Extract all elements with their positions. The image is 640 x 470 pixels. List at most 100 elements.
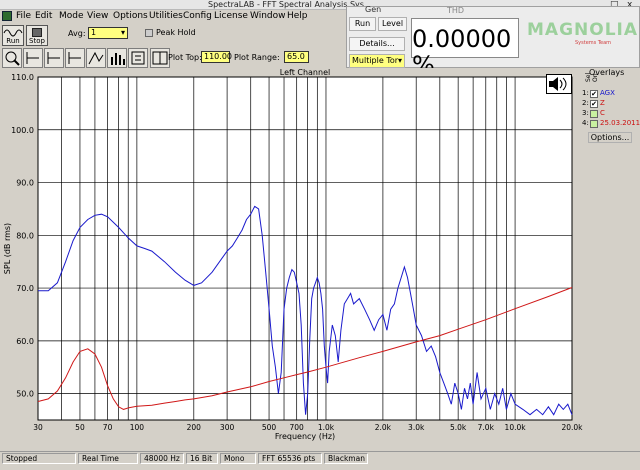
menu-window[interactable]: Window: [250, 11, 286, 22]
status-window: Blackman: [324, 453, 368, 464]
magnolia-logo-sub: Systems Team: [575, 40, 612, 46]
overlay-options-button[interactable]: Options...: [588, 132, 632, 143]
thd-level-button[interactable]: Level: [378, 17, 407, 31]
x-tick-label: 2.0k: [375, 423, 392, 432]
plot-top-label: Plot Top:: [168, 53, 202, 62]
plot-range-label: Plot Range:: [234, 53, 280, 62]
x-tick-label: 100: [130, 423, 145, 432]
x-tick-label: 300: [220, 423, 235, 432]
menu-options[interactable]: Options: [113, 11, 148, 22]
stop-button-label: Stop: [29, 37, 45, 45]
menu-config[interactable]: Config: [183, 11, 212, 22]
overlay-item[interactable]: 4: 25.03.2011: [582, 119, 640, 129]
x-axis-label: Frequency (Hz): [275, 432, 335, 441]
menu-utilities[interactable]: Utilities: [149, 11, 183, 22]
menu-file[interactable]: File: [16, 11, 31, 22]
run-button[interactable]: Run: [2, 25, 24, 46]
peak-hold-checkbox[interactable]: [145, 29, 153, 37]
avg-label: Avg:: [68, 29, 86, 38]
magnolia-logo: MAGNOLIA: [527, 20, 639, 40]
overlay-item-checkbox[interactable]: [590, 120, 598, 128]
overlay-item-index: 1:: [582, 89, 589, 97]
y-axis-label: SPL (dB rms): [3, 223, 12, 274]
x-tick-label: 30: [33, 423, 43, 432]
overlay-item-checkbox[interactable]: [590, 110, 598, 118]
plot-range-input[interactable]: 65.0: [284, 51, 309, 63]
cursor-3-button[interactable]: [65, 48, 85, 68]
x-tick-label: 10.0k: [505, 423, 527, 432]
overlay-item-name: AGX: [600, 89, 615, 97]
y-tick-label: 50.0: [16, 390, 34, 399]
menu-mode[interactable]: Mode: [59, 11, 84, 22]
menu-help[interactable]: Help: [287, 11, 308, 22]
overlay-item-index: 4:: [582, 119, 589, 127]
overlay-item[interactable]: 3: C: [582, 109, 640, 119]
thd-mode-select[interactable]: Multiple Tor ▾: [349, 54, 405, 68]
overlay-item[interactable]: 2: ✔ Z: [582, 99, 640, 109]
app-icon[interactable]: [2, 11, 12, 21]
chart-legend-button[interactable]: [546, 74, 572, 94]
overlay-item-checkbox[interactable]: ✔: [590, 90, 598, 98]
cursor-icon: [26, 52, 39, 64]
gen-tab[interactable]: Gen: [365, 5, 381, 15]
toolbar: Run Stop Avg: 1 ▾ Peak Hold Plot Top: 11…: [0, 23, 346, 68]
y-tick-label: 70.0: [16, 284, 34, 293]
settings-button[interactable]: [128, 48, 148, 68]
x-tick-label: 3.0k: [408, 423, 425, 432]
status-state: Stopped: [2, 453, 76, 464]
bar-plot-button[interactable]: [107, 48, 127, 68]
stop-button[interactable]: Stop: [26, 25, 48, 46]
x-tick-label: 5.0k: [450, 423, 467, 432]
y-tick-label: 80.0: [16, 231, 34, 240]
chevron-down-icon: ▾: [397, 56, 402, 65]
thd-readout: 0.00000 %: [411, 18, 519, 78]
scale-button[interactable]: [150, 48, 170, 68]
x-tick-label: 20.0k: [561, 423, 583, 432]
avg-value: 1: [91, 28, 97, 37]
overlay-item[interactable]: 1: ✔ AGX: [582, 89, 640, 99]
menu-edit[interactable]: Edit: [35, 11, 52, 22]
overlays-panel: Overlays Sel On 1: ✔ AGX 2: ✔ Z 3: C 4: 25.03.201…: [582, 68, 640, 148]
x-tick-label: 200: [187, 423, 202, 432]
x-tick-label: 1.0k: [318, 423, 335, 432]
menu-view[interactable]: View: [87, 11, 108, 22]
thd-mode-value: Multiple Tor: [352, 56, 399, 65]
x-tick-label: 7.0k: [478, 423, 495, 432]
x-tick-label: 500: [262, 423, 277, 432]
line-plot-icon: [88, 51, 104, 65]
plot-background: [37, 76, 573, 421]
window-title: SpectraLAB - FFT Spectral Analysis Sys: [208, 0, 364, 9]
cursor-2-button[interactable]: [44, 48, 64, 68]
cursor-icon: [47, 52, 60, 64]
menu-license[interactable]: License: [214, 11, 248, 22]
overlay-item-name: C: [600, 109, 605, 117]
thd-run-button[interactable]: Run: [349, 17, 376, 31]
spectrum-chart[interactable]: Left Channel 50.0 60.0 70.0 80.0 90.0 100.0 110…: [0, 68, 585, 451]
stop-icon: [32, 28, 42, 37]
settings-icon: [131, 51, 145, 65]
spectralab-window: SpectraLAB - FFT Spectral Analysis Sys _…: [0, 0, 640, 470]
magnifier-icon: [5, 51, 20, 66]
status-fft: FFT 65536 pts: [258, 453, 322, 464]
run-button-label: Run: [6, 37, 20, 45]
chart-title: Left Channel: [280, 68, 330, 77]
y-tick-label: 90.0: [16, 179, 34, 188]
thd-panel: Gen THD Run Level Details... Multiple To…: [346, 5, 640, 78]
cursor-1-button[interactable]: [23, 48, 43, 68]
overlay-item-index: 2:: [582, 99, 589, 107]
status-channels: Mono: [220, 453, 256, 464]
spectrum-plot[interactable]: Left Channel 50.0 60.0 70.0 80.0 90.0 100.0 110…: [0, 68, 585, 466]
zoom-button[interactable]: [2, 48, 22, 68]
overlay-item-name: Z: [600, 99, 605, 107]
chevron-down-icon: ▾: [120, 28, 125, 37]
thd-details-button[interactable]: Details...: [349, 37, 405, 51]
line-plot-button[interactable]: [86, 48, 106, 68]
x-tick-label: 700: [290, 423, 305, 432]
overlay-item-checkbox[interactable]: ✔: [590, 100, 598, 108]
scale-icon: [152, 51, 168, 65]
status-bar: Stopped Real Time 48000 Hz 16 Bit Mono F…: [0, 451, 640, 464]
avg-select[interactable]: 1 ▾: [88, 27, 128, 39]
bar-plot-icon: [111, 53, 125, 65]
thd-title: THD: [447, 6, 465, 15]
plot-top-input[interactable]: 110.00: [201, 51, 232, 63]
